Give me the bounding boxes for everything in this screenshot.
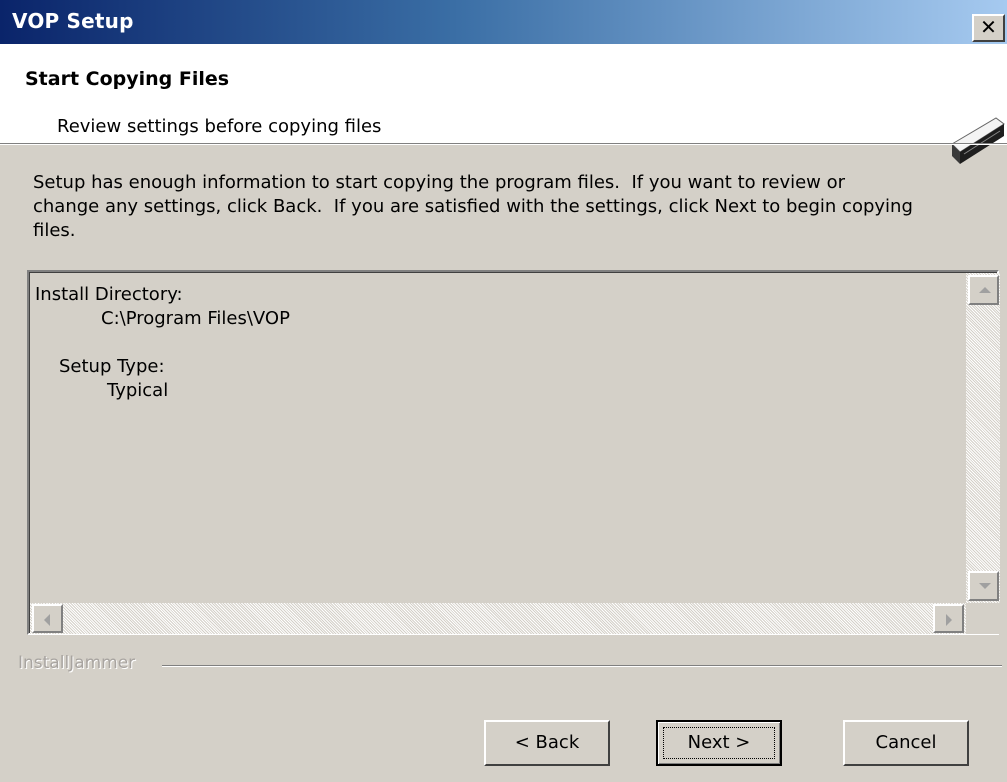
cancel-button-label: Cancel — [875, 732, 937, 753]
back-button-label: < Back — [514, 732, 580, 753]
install-disk-icon — [951, 117, 1005, 164]
arrow-right-icon — [946, 614, 952, 626]
arrow-left-icon — [44, 614, 50, 626]
settings-summary-box[interactable]: Install Directory: C:\Program Files\VOP … — [27, 270, 1000, 635]
arrow-down-icon — [979, 583, 991, 589]
scroll-right-button[interactable] — [933, 604, 964, 633]
window-title: VOP Setup — [12, 9, 134, 33]
page-title: Start Copying Files — [25, 68, 230, 90]
cancel-button[interactable]: Cancel — [843, 720, 969, 766]
install-directory-value: C:\Program Files\VOP — [101, 308, 290, 329]
wizard-header: Start Copying Files Review settings befo… — [0, 44, 1007, 164]
scrollbar-corner — [966, 603, 1000, 634]
next-button-label: Next > — [687, 732, 751, 753]
page-subtitle: Review settings before copying files — [57, 116, 382, 137]
scroll-left-button[interactable] — [32, 604, 63, 633]
intro-line: files. — [33, 220, 76, 241]
scroll-up-button[interactable] — [968, 275, 999, 305]
summary-viewport: Install Directory: C:\Program Files\VOP … — [29, 272, 1000, 634]
setup-type-value: Typical — [107, 380, 169, 401]
vertical-scrollbar[interactable] — [966, 273, 1000, 603]
header-divider — [0, 143, 1007, 145]
setup-type-label: Setup Type: — [59, 356, 165, 377]
scroll-down-button[interactable] — [968, 571, 999, 601]
summary-content: Install Directory: C:\Program Files\VOP … — [35, 283, 290, 403]
next-button[interactable]: Next > — [656, 720, 782, 766]
title-bar[interactable]: VOP Setup ✕ — [0, 0, 1007, 44]
install-directory-label: Install Directory: — [35, 284, 183, 305]
footer-divider — [162, 665, 1002, 667]
close-button[interactable]: ✕ — [972, 14, 1005, 42]
arrow-up-icon — [979, 287, 991, 293]
installer-brand: InstallJammer — [18, 653, 136, 673]
intro-text: Setup has enough information to start co… — [33, 171, 978, 243]
intro-line: change any settings, click Back. If you … — [33, 196, 913, 217]
back-button[interactable]: < Back — [484, 720, 610, 766]
close-icon: ✕ — [980, 15, 997, 39]
intro-line: Setup has enough information to start co… — [33, 172, 846, 193]
horizontal-scrollbar[interactable] — [30, 603, 966, 634]
